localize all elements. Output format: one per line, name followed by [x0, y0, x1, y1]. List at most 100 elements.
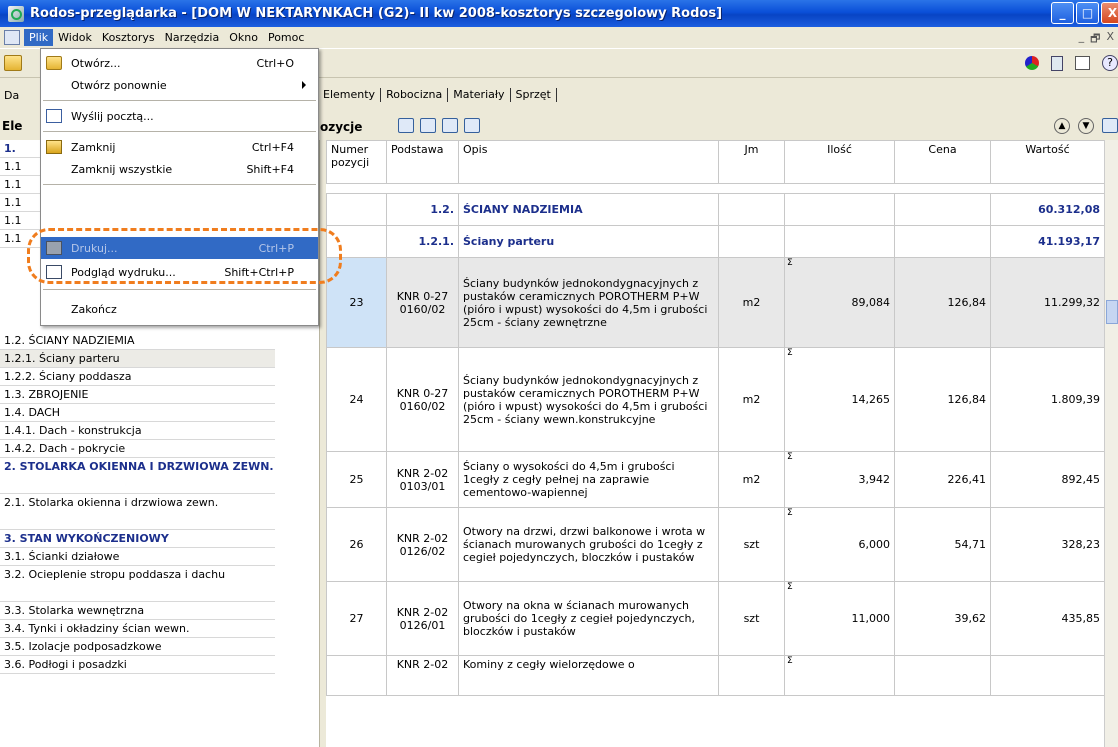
col-unit[interactable]: Jm	[718, 140, 785, 184]
menu-widok[interactable]: Widok	[53, 29, 97, 46]
menu-item-label: Zamknij wszystkie	[71, 162, 173, 176]
tree-item[interactable]: 1.4.1. Dach - konstrukcja	[0, 422, 275, 440]
help-icon[interactable]: ?	[1102, 55, 1118, 71]
tree-item[interactable]: 1.4.2. Dach - pokrycie	[0, 440, 275, 458]
tab-elementy[interactable]: Elementy	[318, 88, 382, 102]
file-menu-dropdown: Otwórz... Ctrl+O Otwórz ponownie Wyślij …	[40, 48, 319, 326]
mdi-close-button[interactable]: X	[1106, 30, 1114, 49]
col-basis[interactable]: Podstawa	[386, 140, 459, 184]
tree-item[interactable]: 3.1. Ścianki działowe	[0, 548, 275, 566]
menu-item-send-mail[interactable]: Wyślij pocztą...	[41, 105, 318, 127]
row-quantity[interactable]: Σ 14,265	[784, 347, 895, 452]
menu-plik[interactable]: Plik	[24, 29, 54, 46]
row-quantity[interactable]: Σ 3,942	[784, 451, 895, 508]
arrow-up-icon[interactable]: ▲	[1054, 118, 1070, 134]
tree-item[interactable]: 1.2. ŚCIANY NADZIEMIA	[0, 332, 275, 350]
row-price: 126,84	[894, 347, 991, 452]
close-button[interactable]: X	[1101, 2, 1118, 24]
menu-item-reopen[interactable]: Otwórz ponownie	[41, 74, 318, 96]
envelope-icon	[46, 109, 62, 123]
table-row[interactable]: 24 KNR 0-27 0160/02 Ściany budynków jedn…	[326, 347, 1104, 452]
table-row[interactable]: 26 KNR 2-02 0126/02 Otwory na drzwi, drz…	[326, 507, 1104, 582]
tree-item[interactable]: 3.4. Tynki i okładziny ścian wewn.	[0, 620, 275, 638]
vertical-scrollbar[interactable]	[1104, 140, 1118, 747]
open-folder-icon[interactable]	[4, 55, 22, 71]
menu-item-label: Otwórz ponownie	[71, 78, 167, 92]
tab-robocizna[interactable]: Robocizna	[381, 88, 449, 102]
sigma-icon: Σ	[787, 508, 793, 518]
table-row[interactable]: KNR 2-02 Kominy z cegły wielorzędowe o Σ	[326, 655, 1104, 696]
tree-item[interactable]: 1.3. ZBROJENIE	[0, 386, 275, 404]
row-quantity[interactable]: Σ 89,084	[784, 257, 895, 348]
menu-narzedzia[interactable]: Narzędzia	[160, 29, 225, 46]
tree-item[interactable]: 1.2.2. Ściany poddasza	[0, 368, 275, 386]
delete-row-icon[interactable]	[420, 118, 436, 133]
table-row[interactable]: 27 KNR 2-02 0126/01 Otwory na okna w ści…	[326, 581, 1104, 656]
title-bar: Rodos-przeglądarka - [DOM W NEKTARYNKACH…	[0, 0, 1118, 27]
list-icon[interactable]	[1102, 118, 1118, 133]
menu-item-close-all[interactable]: Zamknij wszystkie Shift+F4	[41, 158, 318, 180]
row-basis: KNR 2-02 0103/01	[386, 451, 459, 508]
minimize-button[interactable]: _	[1051, 2, 1074, 24]
insert-row-icon[interactable]	[398, 118, 414, 133]
col-number[interactable]: Numer pozycji	[326, 140, 387, 184]
table-row[interactable]: 23 KNR 0-27 0160/02 Ściany budynków jedn…	[326, 257, 1104, 348]
menu-kosztorys[interactable]: Kosztorys	[97, 29, 160, 46]
document-icon[interactable]	[4, 30, 20, 45]
menu-pomoc[interactable]: Pomoc	[263, 29, 309, 46]
col-quantity[interactable]: Ilość	[784, 140, 895, 184]
calculator-icon[interactable]	[1051, 55, 1063, 71]
table-row[interactable]: 25 KNR 2-02 0103/01 Ściany o wysokości d…	[326, 451, 1104, 508]
mdi-restore-button[interactable]: 🗗	[1090, 30, 1100, 49]
menu-item-open[interactable]: Otwórz... Ctrl+O	[41, 52, 318, 74]
group-name: Ściany parteru	[458, 225, 719, 258]
maximize-button[interactable]: □	[1076, 2, 1099, 24]
tree-item[interactable]: 3.5. Izolacje podposadzkowe	[0, 638, 275, 656]
row-number: 25	[326, 451, 387, 508]
row-quantity[interactable]: Σ 11,000	[784, 581, 895, 656]
copy-icon[interactable]	[464, 118, 480, 133]
row-quantity[interactable]: Σ	[784, 655, 895, 696]
tab-sprzet[interactable]: Sprzęt	[511, 88, 557, 102]
col-price[interactable]: Cena	[894, 140, 991, 184]
tree-item[interactable]: 2. STOLARKA OKIENNA I DRZWIOWA ZEWN.	[0, 458, 275, 494]
tab-dane-partial[interactable]: Da	[4, 89, 19, 102]
tab-materialy[interactable]: Materiały	[448, 88, 511, 102]
checkbox-icon[interactable]	[1075, 56, 1090, 70]
row-price: 226,41	[894, 451, 991, 508]
open-folder-icon	[46, 56, 62, 70]
group-row[interactable]: 1.2.1. Ściany parteru 41.193,17	[326, 225, 1104, 258]
navigation-arrows: ▲ ▼	[1054, 118, 1118, 134]
row-value: 435,85	[990, 581, 1104, 656]
tree-item[interactable]: 3.6. Podłogi i posadzki	[0, 656, 275, 674]
menu-item-label: Zamknij	[71, 140, 116, 154]
row-value: 1.809,39	[990, 347, 1104, 452]
tree-item[interactable]: 3.3. Stolarka wewnętrzna	[0, 602, 275, 620]
tree-item-selected[interactable]: 1.2.1. Ściany parteru	[0, 350, 275, 368]
row-unit: szt	[718, 581, 785, 656]
mdi-minimize-button[interactable]: _	[1079, 30, 1085, 49]
row-description: Otwory na okna w ścianach murowanych gru…	[458, 581, 719, 656]
menu-item-exit[interactable]: Zakończ	[41, 298, 318, 320]
group-value: 41.193,17	[990, 225, 1104, 258]
group-row[interactable]: 1.2. ŚCIANY NADZIEMIA 60.312,08	[326, 193, 1104, 226]
color-ball-icon[interactable]	[1025, 56, 1039, 70]
col-value[interactable]: Wartość	[990, 140, 1104, 184]
window-title: Rodos-przeglądarka - [DOM W NEKTARYNKACH…	[30, 6, 723, 21]
menu-item-close[interactable]: Zamknij Ctrl+F4	[41, 136, 318, 158]
tree-item[interactable]: 3.2. Ocieplenie stropu poddasza i dachu	[0, 566, 275, 602]
tree-item[interactable]: 1.4. DACH	[0, 404, 275, 422]
row-quantity[interactable]: Σ 6,000	[784, 507, 895, 582]
table-header: Numer pozycji Podstawa Opis Jm Ilość Cen…	[326, 140, 1104, 184]
menu-okno[interactable]: Okno	[224, 29, 263, 46]
arrow-down-icon[interactable]: ▼	[1078, 118, 1094, 134]
tree-item[interactable]: 2.1. Stolarka okienna i drzwiowa zewn.	[0, 494, 275, 530]
group-number: 1.2.	[386, 193, 459, 226]
group-name: ŚCIANY NADZIEMIA	[458, 193, 719, 226]
toolbar-right: ?	[1025, 55, 1118, 71]
col-description[interactable]: Opis	[458, 140, 719, 184]
tree-item[interactable]: 3. STAN WYKOŃCZENIOWY	[0, 530, 275, 548]
row-description: Otwory na drzwi, drzwi balkonowe i wrota…	[458, 507, 719, 582]
globe-icon[interactable]	[442, 118, 458, 133]
scroll-thumb[interactable]	[1106, 300, 1118, 324]
